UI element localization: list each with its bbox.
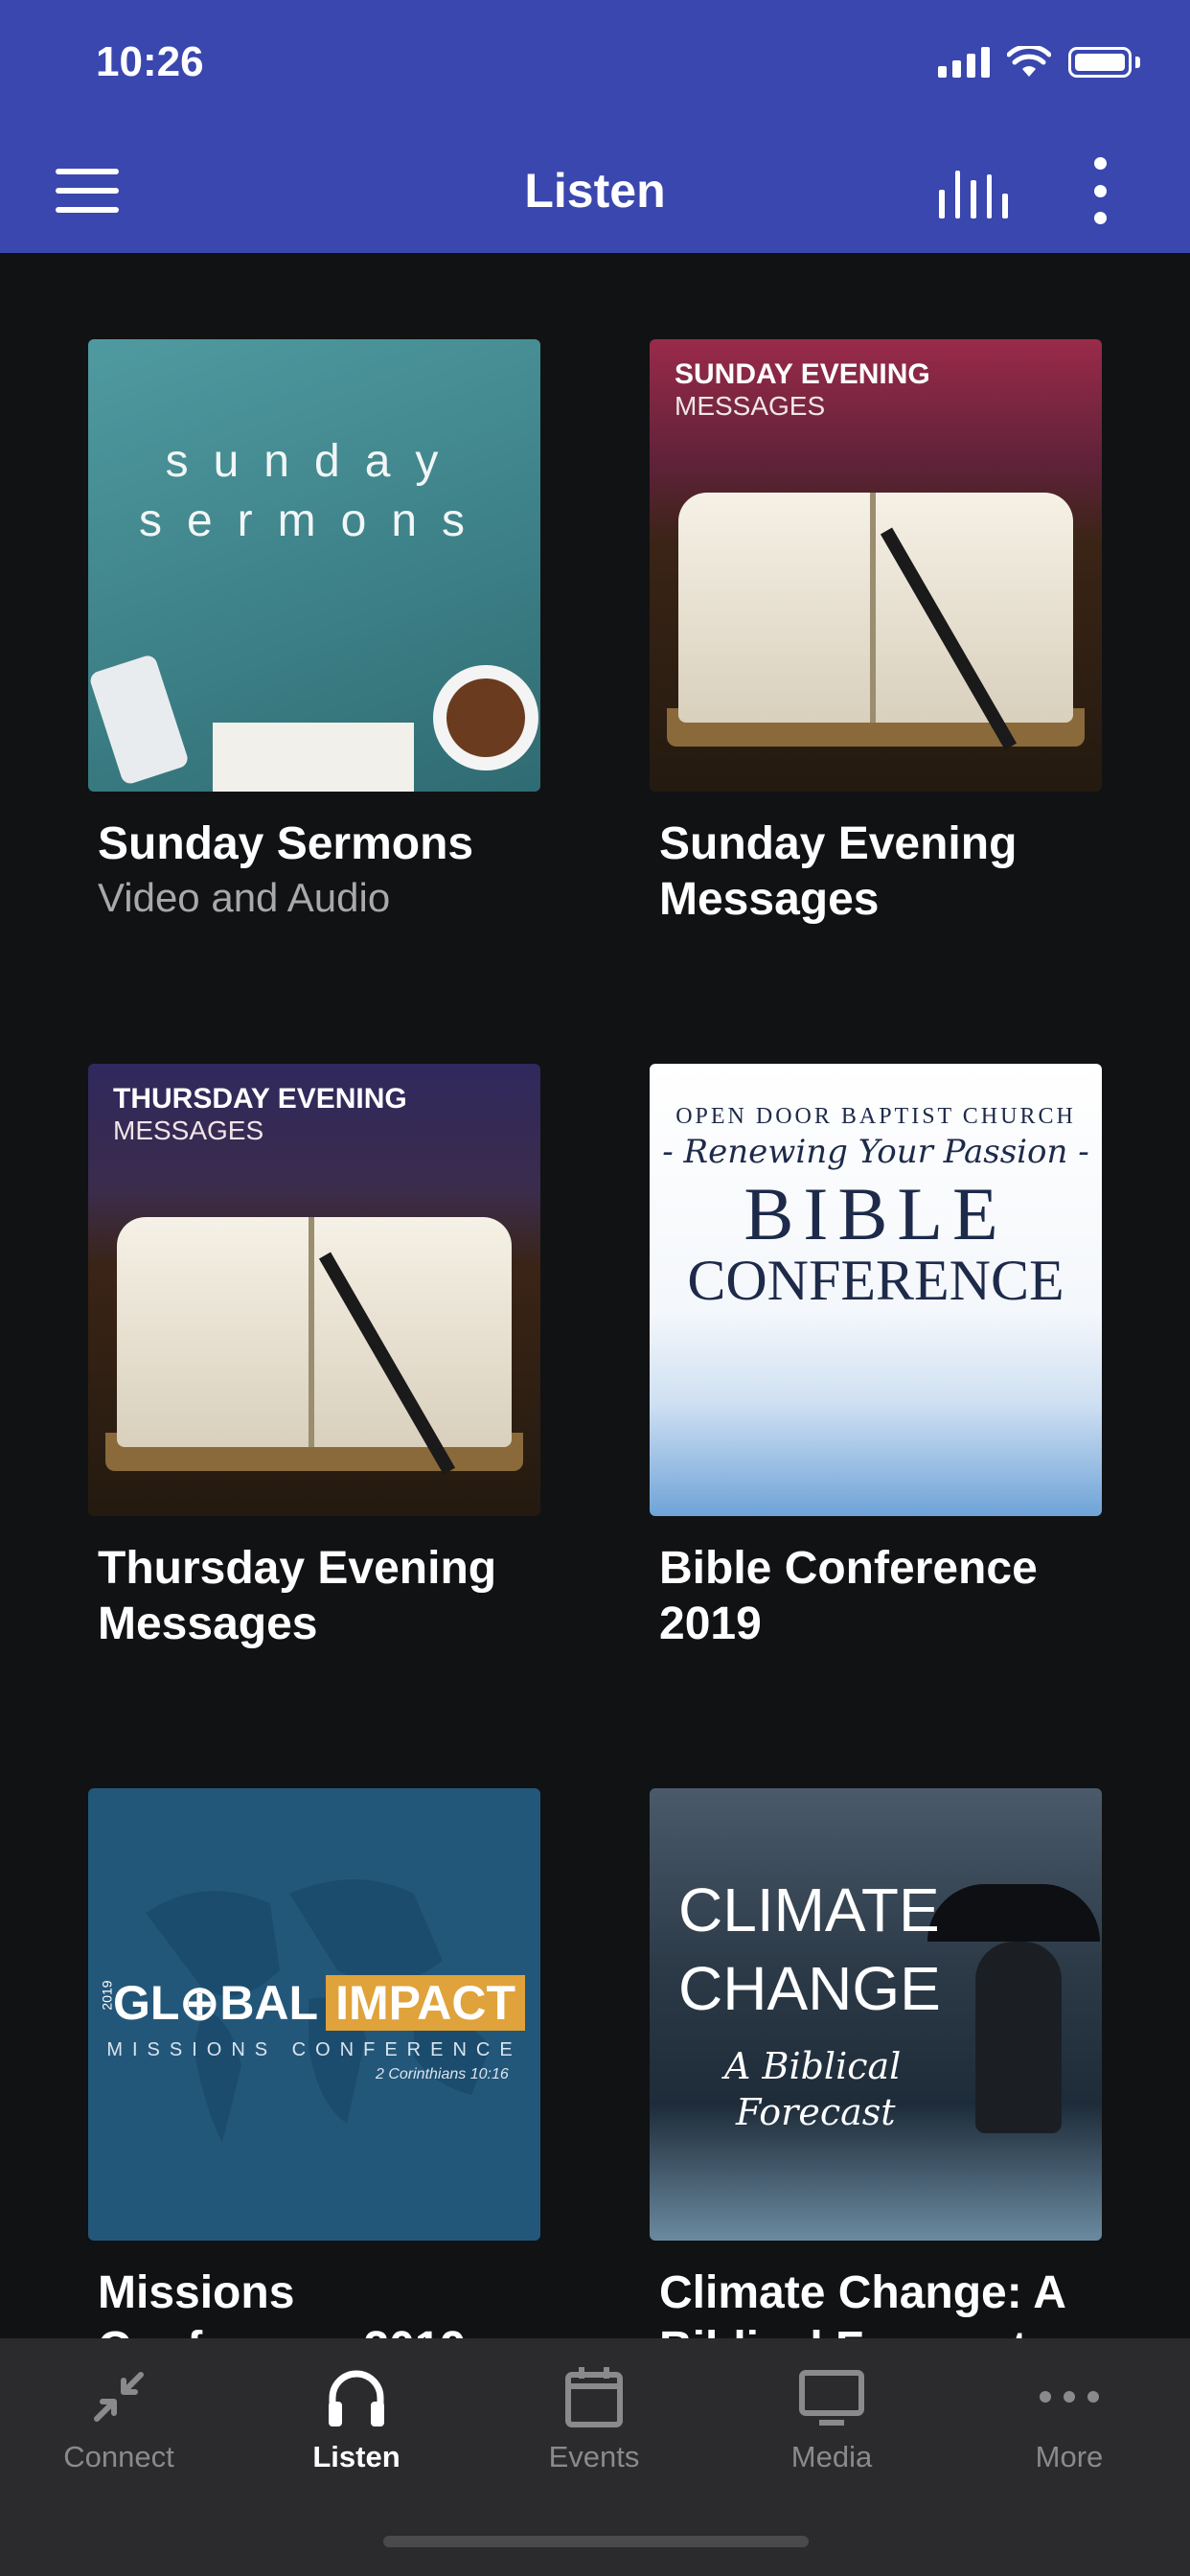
series-card-thursday-evening[interactable]: THURSDAY EVENING MESSAGES Thursday Eveni… [88,1064,540,1652]
tab-media[interactable]: Media [713,2338,950,2530]
phone-graphic [88,653,191,787]
signal-icon [938,47,990,78]
artwork-text: SUNDAY EVENING [675,358,930,390]
artwork-text: MISSIONS CONFERENCE [106,2039,522,2060]
status-icons [938,46,1140,79]
tab-more[interactable]: More [950,2338,1188,2530]
artwork-text: sermons [138,495,491,546]
headphones-icon [329,2370,384,2426]
series-title: Missions Conference 2019 [98,2267,466,2338]
artwork-logo: GL⊕BAL IMPACT [105,1972,526,2034]
artwork-text: CONFERENCE [687,1249,1064,1312]
artwork-text: 2 Corinthians 10:16 [376,2066,509,2082]
series-artwork: 2019 GL⊕BAL IMPACT MISSIONS CONFERENCE 2… [88,1788,540,2241]
battery-icon [1068,47,1132,78]
series-artwork: THURSDAY EVENING MESSAGES [88,1064,540,1516]
series-card-missions-conference[interactable]: 2019 GL⊕BAL IMPACT MISSIONS CONFERENCE 2… [88,1788,540,2338]
tab-label: More [1035,2440,1104,2473]
artwork-text: BIBLE [744,1172,1008,1255]
artwork-text: CLIMATE [678,1875,940,1944]
home-indicator[interactable] [383,2536,809,2547]
series-card-sunday-evening[interactable]: SUNDAY EVENING MESSAGES Sunday Evening M… [650,339,1102,928]
series-title: Bible Conference 2019 [659,1543,1038,1649]
man-graphic [975,1942,1062,2133]
artwork-text: A Biblical [724,2045,902,2087]
series-title: Climate Change: A Biblical Forecast [659,2267,1065,2338]
series-title: Thursday Evening Messages [98,1543,497,1649]
battery-tip [1135,57,1140,68]
tab-label: Connect [63,2440,174,2473]
series-artwork: SUNDAY EVENING MESSAGES [650,339,1102,792]
series-artwork: OPEN DOOR BAPTIST CHURCH - Renewing Your… [650,1064,1102,1516]
more-dots-icon [1040,2391,1099,2403]
series-artwork: CLIMATE CHANGE A Biblical Forecast [650,1788,1102,2241]
status-time: 10:26 [96,38,204,85]
tab-listen[interactable]: Listen [238,2338,475,2530]
series-artwork: sunday sermons [88,339,540,792]
series-card-bible-conference[interactable]: OPEN DOOR BAPTIST CHURCH - Renewing Your… [650,1064,1102,1652]
calendar-icon [565,2367,623,2427]
series-card-sunday-sermons[interactable]: sunday sermons Sunday Sermons Video and … [88,339,540,924]
cup-graphic [433,665,538,770]
series-subtitle: Video and Audio [98,875,391,920]
tab-events[interactable]: Events [475,2338,713,2530]
tab-label: Events [548,2440,640,2473]
artwork-text: THURSDAY EVENING [113,1083,407,1115]
artwork-text: GL⊕BAL [113,1976,319,2030]
overflow-menu-button[interactable] [1083,157,1117,224]
artwork-text: sunday [165,436,464,487]
book-graphic [213,723,414,792]
tab-label: Listen [312,2440,400,2473]
artwork-text: MESSAGES [113,1116,264,1145]
artwork-text: Forecast [736,2091,896,2133]
tab-label: Media [790,2440,873,2473]
series-title: Sunday Evening Messages [659,818,1018,925]
artwork-text: IMPACT [326,1975,526,2031]
connect-arrows-icon [94,2372,144,2422]
artwork-text: - Renewing Your Passion - [662,1133,1089,1171]
umbrella-graphic [927,1884,1100,1942]
series-title: Sunday Sermons [98,818,474,869]
wifi-icon [1007,46,1051,77]
audio-player-button[interactable] [939,165,1008,218]
artwork-text: CHANGE [678,1954,941,2023]
app-header: 10:26 Listen [0,0,1190,253]
artwork-text: OPEN DOOR BAPTIST CHURCH [675,1104,1076,1129]
monitor-icon [799,2370,864,2426]
page-title: Listen [524,164,666,218]
series-card-climate-change[interactable]: CLIMATE CHANGE A Biblical Forecast Clima… [650,1788,1102,2338]
artwork-text: MESSAGES [675,391,826,421]
tab-connect[interactable]: Connect [0,2338,238,2530]
series-grid: sunday sermons Sunday Sermons Video and … [0,253,1190,2338]
